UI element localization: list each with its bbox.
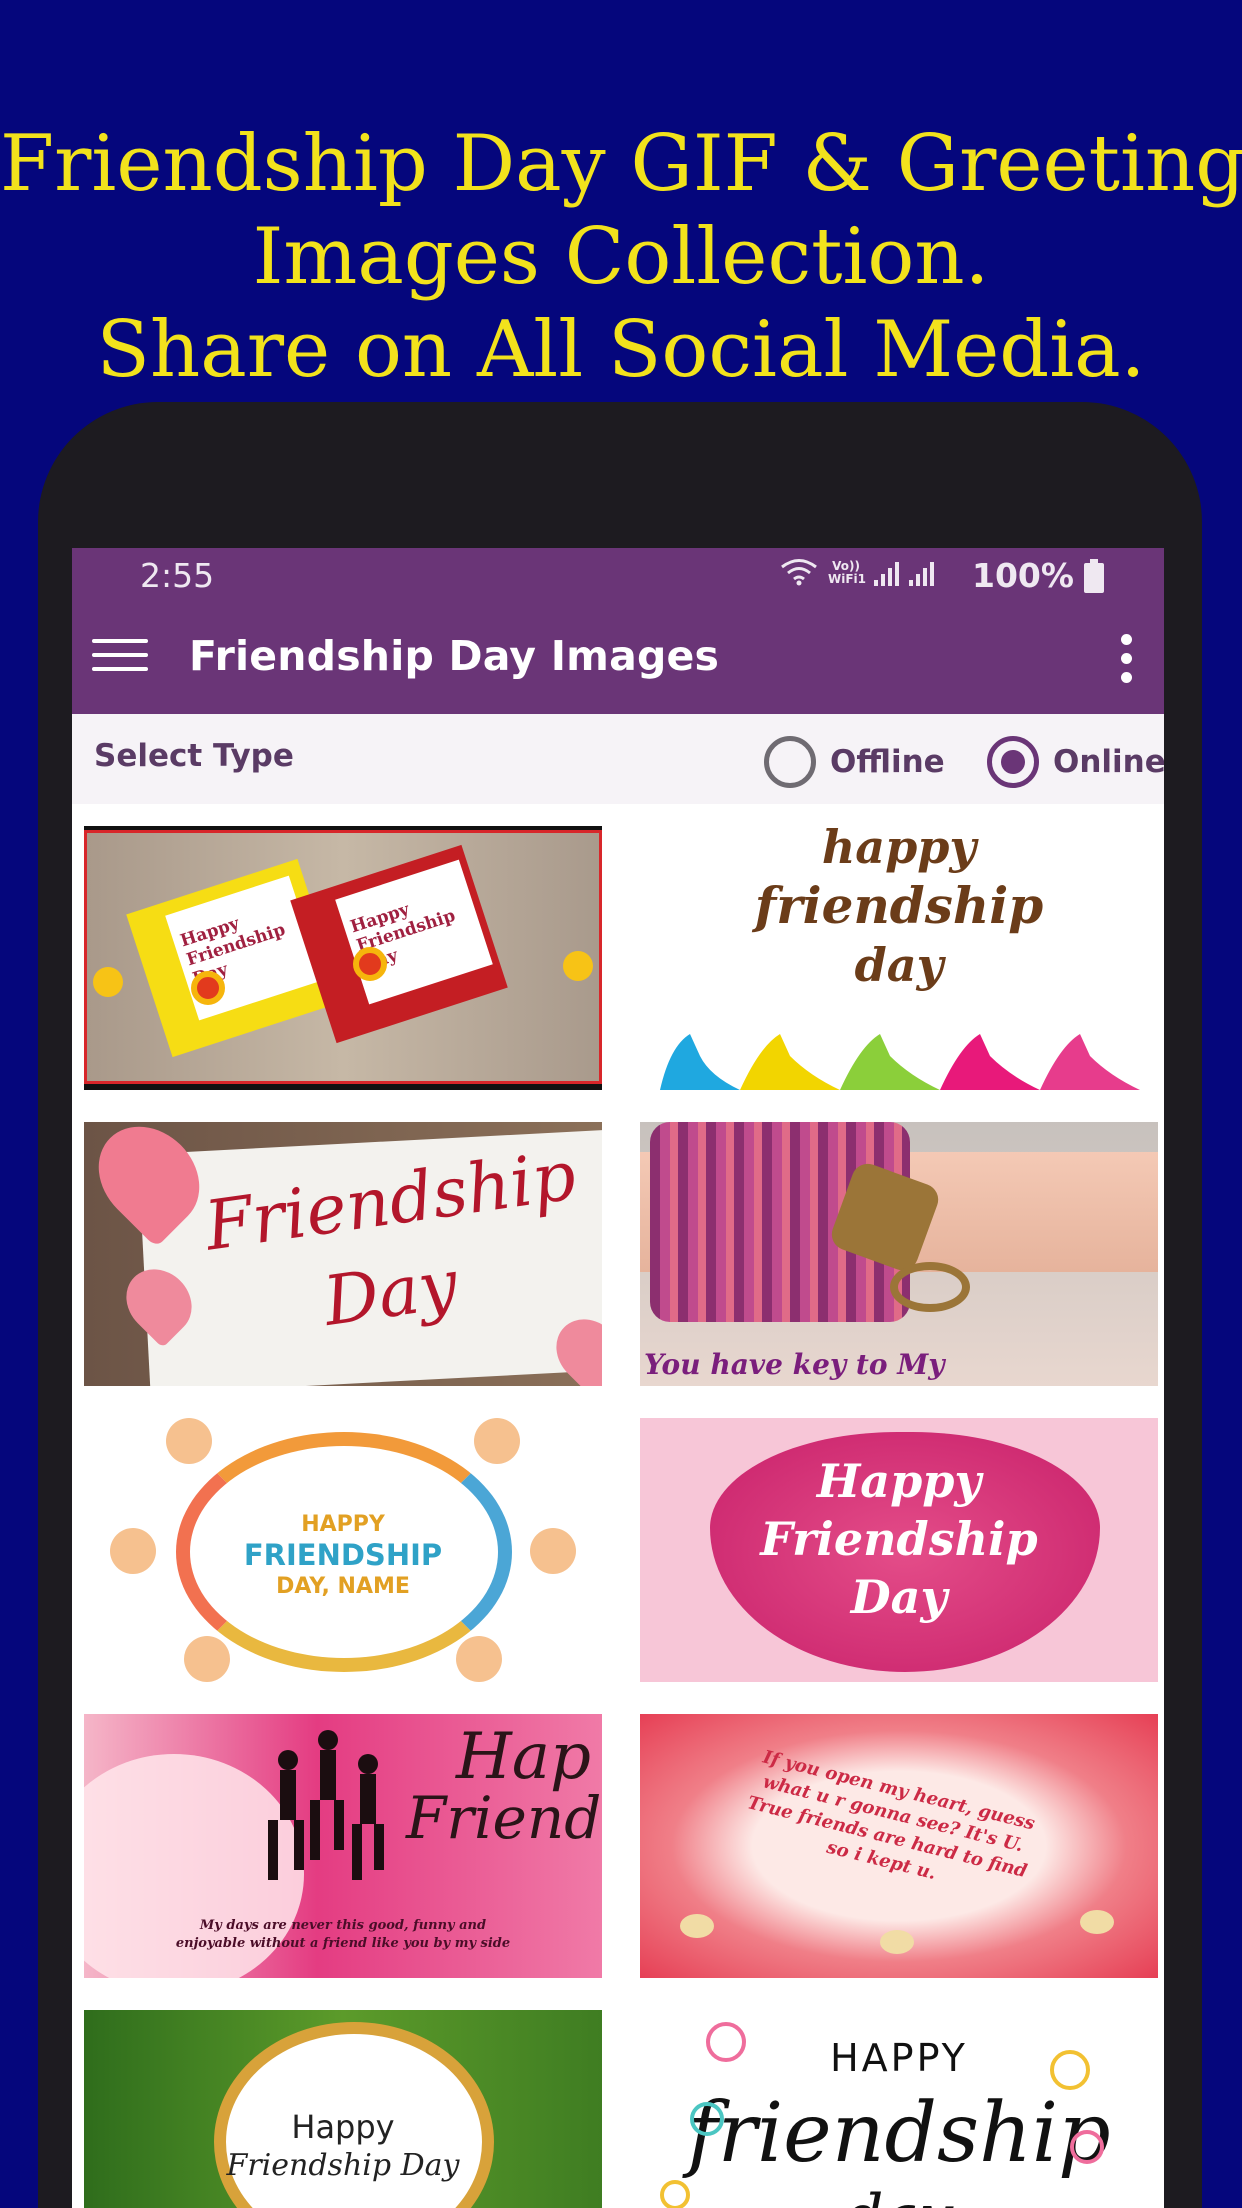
- face-icon: [474, 1418, 520, 1464]
- battery-icon: [1084, 559, 1104, 593]
- image-caption: Happy: [291, 2108, 395, 2146]
- battery-percent: 100%: [972, 556, 1074, 595]
- face-icon: [456, 1636, 502, 1682]
- select-type-label: Select Type: [94, 738, 294, 774]
- image-caption: Happy: [816, 1454, 982, 1508]
- image-caption-3: Day: [850, 1570, 948, 1624]
- status-bar: 2:55 Vo)) WiFi1 100%: [72, 548, 1164, 604]
- jumping-friends-silhouette: [268, 1730, 384, 1880]
- app-screen: 2:55 Vo)) WiFi1 100% Friendship Day Imag…: [72, 548, 1164, 2208]
- face-icon: [184, 1636, 230, 1682]
- signal-bars-icon: [874, 560, 899, 586]
- image-tile[interactable]: You have key to My: [640, 1122, 1158, 1386]
- app-bar: Friendship Day Images: [72, 604, 1164, 714]
- status-time: 2:55: [140, 556, 215, 595]
- promo-line-2: Images Collection.: [252, 212, 990, 302]
- image-caption: Hap: [456, 1720, 591, 1794]
- offline-radio[interactable]: Offline: [764, 736, 945, 788]
- face-icon: [166, 1418, 212, 1464]
- image-caption: If you open my heart, guess what u r gon…: [745, 1746, 1037, 1885]
- type-selector: Select Type Offline Online: [72, 714, 1164, 804]
- image-caption-2: Friendship: [760, 1512, 1038, 1566]
- candle-icon: [680, 1914, 714, 1938]
- flower-icon: [706, 2022, 746, 2062]
- emoji-icon: [563, 951, 593, 981]
- promo-line-3: Share on All Social Media.: [96, 305, 1146, 395]
- image-tile[interactable]: If you open my heart, guess what u r gon…: [640, 1714, 1158, 1978]
- image-tile[interactable]: Happy Friendship Day Happy Friendship Da…: [84, 826, 602, 1090]
- hands-illustration: [660, 1034, 1140, 1090]
- image-caption-2: friendship: [754, 876, 1044, 935]
- emoji-icon: [93, 967, 123, 997]
- image-tile[interactable]: happy friendship day: [640, 826, 1158, 1090]
- wifi-icon: [781, 559, 817, 586]
- image-tile[interactable]: HAPPY friendship day: [640, 2010, 1158, 2208]
- online-radio[interactable]: Online: [987, 736, 1164, 788]
- key-icon: [890, 1262, 970, 1312]
- image-tile[interactable]: Hap Friends My days are never this good,…: [84, 1714, 602, 1978]
- image-caption-3: day: [640, 2182, 1158, 2208]
- image-tile[interactable]: HAPPY FRIENDSHIP DAY, NAME: [84, 1418, 602, 1682]
- flower-icon: [353, 947, 387, 981]
- image-caption-3: day: [854, 938, 944, 992]
- image-caption-3: DAY, NAME: [276, 1574, 410, 1599]
- radio-checked-icon[interactable]: [987, 736, 1039, 788]
- flower-icon: [690, 2102, 724, 2136]
- candle-icon: [880, 1930, 914, 1954]
- offline-radio-label[interactable]: Offline: [830, 744, 945, 780]
- hamburger-menu-icon[interactable]: [92, 639, 148, 679]
- candle-icon: [1080, 1910, 1114, 1934]
- image-tile[interactable]: Friendship Day: [84, 1122, 602, 1386]
- promo-line-1: Friendship Day GIF & Greeting: [0, 119, 1242, 209]
- flower-icon: [1050, 2050, 1090, 2090]
- image-caption-2: Friends: [406, 1784, 602, 1852]
- image-tile[interactable]: Happy Friendship Day: [640, 1418, 1158, 1682]
- image-caption: happy: [821, 826, 977, 874]
- app-title: Friendship Day Images: [189, 632, 720, 680]
- image-tile[interactable]: Happy Friendship Day: [84, 2010, 602, 2208]
- image-caption-4: enjoyable without a friend like you by m…: [175, 1936, 511, 1951]
- signal-bars-icon-2: [909, 560, 934, 586]
- flower-icon: [1070, 2130, 1104, 2164]
- radio-unchecked-icon[interactable]: [764, 736, 816, 788]
- image-caption-3: My days are never this good, funny and: [199, 1918, 487, 1933]
- image-caption-2: FRIENDSHIP: [243, 1538, 443, 1572]
- image-caption-2: Friendship Day: [226, 2148, 460, 2183]
- flower-icon: [191, 971, 225, 1005]
- flower-icon: [660, 2180, 690, 2208]
- volte-wifi-icon: Vo)) WiFi1: [828, 559, 867, 586]
- more-vert-icon[interactable]: [1114, 634, 1138, 686]
- signal-indicators: Vo)) WiFi1: [780, 558, 934, 586]
- promo-headline: Friendship Day GIF & Greeting Images Col…: [0, 118, 1242, 397]
- image-caption: You have key to My: [644, 1348, 945, 1381]
- image-caption: HAPPY: [301, 1512, 385, 1537]
- online-radio-label[interactable]: Online: [1053, 744, 1164, 780]
